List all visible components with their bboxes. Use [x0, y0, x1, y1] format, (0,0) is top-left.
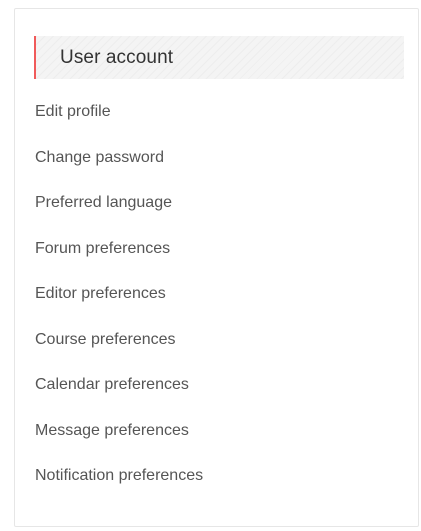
menu-item-change-password: Change password: [35, 148, 203, 194]
change-password-link[interactable]: Change password: [35, 149, 164, 166]
menu-item-forum-preferences: Forum preferences: [35, 239, 203, 285]
editor-preferences-link[interactable]: Editor preferences: [35, 285, 166, 302]
forum-preferences-link[interactable]: Forum preferences: [35, 240, 170, 257]
user-account-menu: Edit profile Change password Preferred l…: [35, 102, 203, 512]
preferred-language-link[interactable]: Preferred language: [35, 194, 172, 211]
menu-item-edit-profile: Edit profile: [35, 102, 203, 148]
menu-item-calendar-preferences: Calendar preferences: [35, 375, 203, 421]
calendar-preferences-link[interactable]: Calendar preferences: [35, 376, 189, 393]
notification-preferences-link[interactable]: Notification preferences: [35, 467, 203, 484]
user-account-panel: User account Edit profile Change passwor…: [14, 8, 419, 527]
course-preferences-link[interactable]: Course preferences: [35, 331, 176, 348]
menu-item-course-preferences: Course preferences: [35, 330, 203, 376]
menu-item-message-preferences: Message preferences: [35, 421, 203, 467]
edit-profile-link[interactable]: Edit profile: [35, 103, 111, 120]
message-preferences-link[interactable]: Message preferences: [35, 422, 189, 439]
menu-item-preferred-language: Preferred language: [35, 193, 203, 239]
panel-header: User account: [34, 36, 404, 79]
menu-item-editor-preferences: Editor preferences: [35, 284, 203, 330]
panel-title: User account: [60, 46, 174, 68]
menu-item-notification-preferences: Notification preferences: [35, 466, 203, 512]
